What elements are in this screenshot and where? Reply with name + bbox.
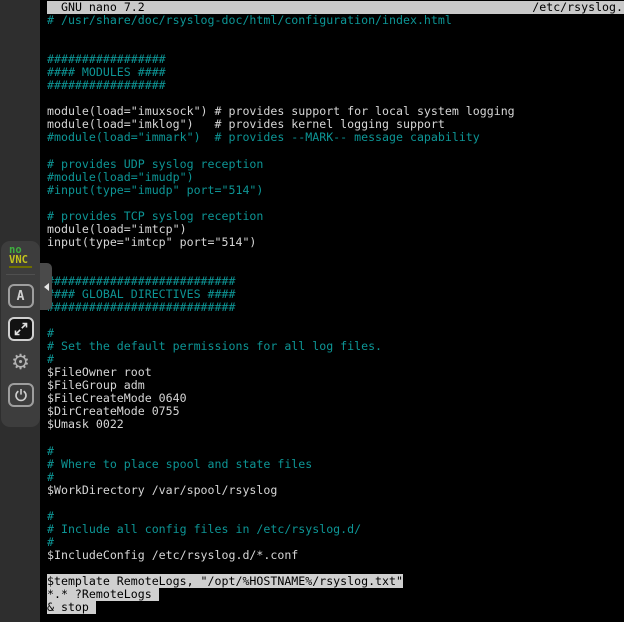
editor-line: $IncludeConfig /etc/rsyslog.d/*.conf xyxy=(47,549,624,562)
collapse-left-icon xyxy=(44,283,49,291)
editor-line xyxy=(47,314,624,327)
control-bar-handle[interactable] xyxy=(40,263,52,310)
nano-titlebar: GNU nano 7.2 /etc/rsyslog. xyxy=(47,1,624,14)
editor-line xyxy=(47,497,624,510)
editor-line: input(type="imtcp" port="514") xyxy=(47,236,624,249)
editor-line: ################# xyxy=(47,79,624,92)
editor-line xyxy=(47,27,624,40)
novnc-logo: no VNC xyxy=(9,245,32,268)
editor-line xyxy=(47,614,624,622)
control-bar-separator xyxy=(6,274,35,275)
nano-filename-label: /etc/rsyslog. xyxy=(532,1,623,14)
novnc-control-bar: no VNC A ⚙ xyxy=(1,241,40,427)
editor-line xyxy=(47,432,624,445)
keycap-a-icon: A xyxy=(17,289,25,304)
power-icon xyxy=(14,388,28,402)
fullscreen-button[interactable] xyxy=(8,317,34,341)
nano-version-label: GNU nano 7.2 xyxy=(61,1,145,14)
keyboard-button[interactable]: A xyxy=(8,284,34,308)
novnc-logo-vnc: VNC xyxy=(9,255,32,265)
editor-line xyxy=(47,249,624,262)
vnc-terminal-screen[interactable]: GNU nano 7.2 /etc/rsyslog. # /usr/share/… xyxy=(40,0,624,622)
editor-line: #input(type="imudp" port="514") xyxy=(47,184,624,197)
power-button[interactable] xyxy=(8,383,34,407)
editor-line: $DirCreateMode 0755 xyxy=(47,405,624,418)
editor-line: ########################### xyxy=(47,301,624,314)
editor-content[interactable]: # /usr/share/doc/rsyslog-doc/html/config… xyxy=(47,14,624,622)
gear-icon: ⚙ xyxy=(11,352,30,373)
editor-line: & stop xyxy=(47,601,624,614)
editor-line: # Set the default permissions for all lo… xyxy=(47,340,624,353)
editor-line: # Include all config files in /etc/rsysl… xyxy=(47,523,624,536)
editor-line: # Where to place spool and state files xyxy=(47,458,624,471)
editor-line: $Umask 0022 xyxy=(47,418,624,431)
settings-button[interactable]: ⚙ xyxy=(8,350,34,374)
editor-line: # /usr/share/doc/rsyslog-doc/html/config… xyxy=(47,14,624,27)
editor-line: *.* ?RemoteLogs xyxy=(47,588,624,601)
editor-line: #module(load="immark") # provides --MARK… xyxy=(47,131,624,144)
editor-line: $WorkDirectory /var/spool/rsyslog xyxy=(47,484,624,497)
fullscreen-icon xyxy=(14,322,28,336)
novnc-logo-underline xyxy=(9,266,32,268)
